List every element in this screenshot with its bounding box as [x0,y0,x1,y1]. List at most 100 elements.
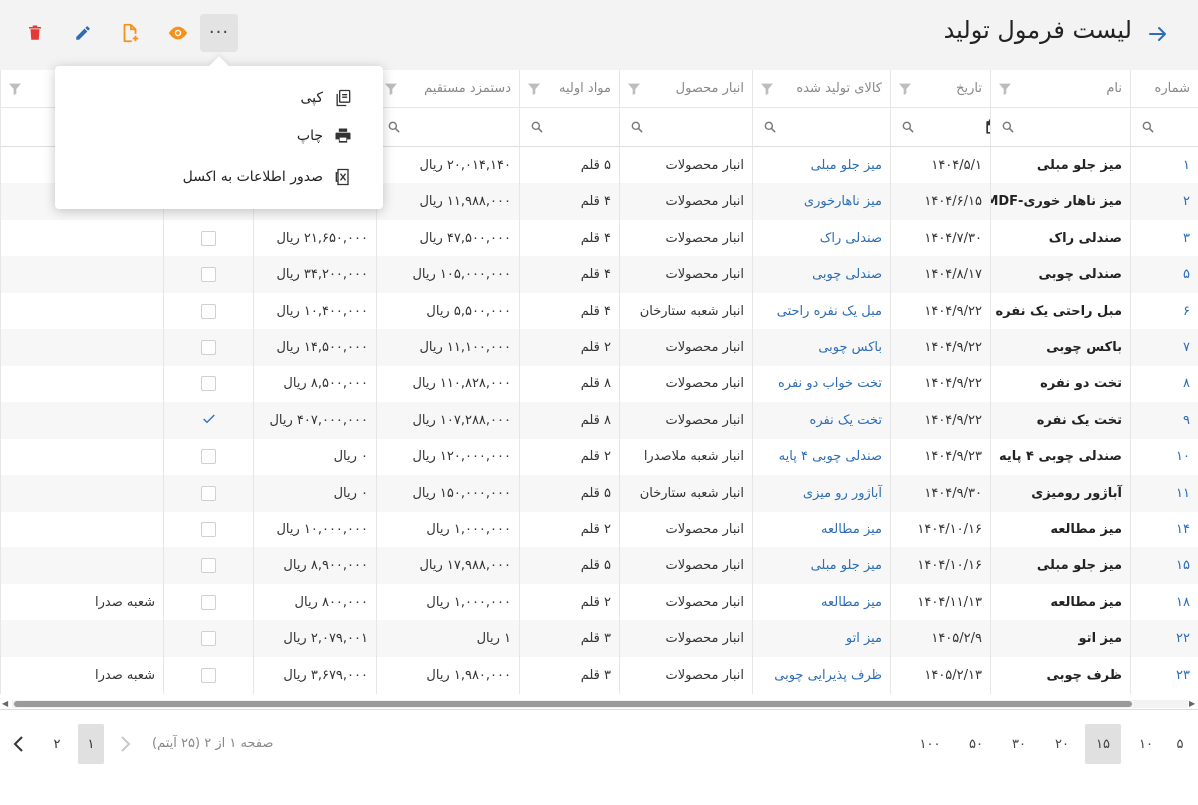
cell-num[interactable]: ۱۴ [1130,511,1198,548]
column-header-date[interactable]: تاریخ [890,70,990,107]
table-row[interactable]: ۱۵ میز جلو مبلی ۱۴۰۴/۱۰/۱۶ میز جلو مبلی انبا… [0,547,1198,585]
page-size-option[interactable]: ۵ [1162,724,1198,764]
filter-funnel-icon[interactable] [526,81,542,97]
column-header-name[interactable]: نام [990,70,1130,107]
column-header-wage[interactable]: دستمزد مستقیم [376,70,519,107]
cell-checked[interactable] [163,511,253,548]
table-row[interactable]: ۲۳ ظرف چوبی ۱۴۰۵/۲/۱۳ ظرف پذیرایی چوبی انبار… [0,656,1198,694]
table-row[interactable]: ۶ مبل راحتی یک نفره ۱۴۰۴/۹/۲۲ مبل یک نفره ر… [0,292,1198,330]
cell-product[interactable]: باکس چوبی [752,329,890,366]
cell-checked[interactable] [163,474,253,512]
calendar-icon[interactable] [983,117,990,137]
cell-checked[interactable] [163,365,253,403]
menu-item-print[interactable]: چاپ [297,124,353,148]
horizontal-scrollbar[interactable]: ◀ ▶ [0,698,1198,710]
checkbox[interactable] [201,267,216,283]
scroll-right-icon[interactable]: ▶ [1189,699,1197,709]
cell-num[interactable]: ۱۸ [1130,583,1198,621]
cell-product[interactable]: میز جلو مبلی [752,147,890,184]
checkbox[interactable] [201,594,216,610]
cell-checked[interactable] [163,620,253,658]
filter-cell-num[interactable] [1130,108,1198,146]
cell-num[interactable]: ۲۳ [1130,656,1198,694]
cell-num[interactable]: ۹ [1130,401,1198,439]
table-row[interactable]: ۵ صندلی چوبی ۱۴۰۴/۸/۱۷ صندلی چوبی انبار محصو… [0,256,1198,294]
page-2-button[interactable]: ۲ [44,724,70,764]
column-header-product[interactable]: کالای تولید شده [752,70,890,107]
cell-product[interactable]: صندلی چوبی ۴ پایه [752,438,890,476]
checkbox[interactable] [201,340,216,355]
table-row[interactable]: ۳ صندلی راک ۱۴۰۴/۷/۳۰ صندلی راک انبار محصولا… [0,219,1198,257]
filter-funnel-icon[interactable] [897,81,913,97]
cell-checked[interactable] [163,219,253,257]
table-row[interactable]: ۷ باکس چوبی ۱۴۰۴/۹/۲۲ باکس چوبی انبار محصولا… [0,329,1198,366]
checkbox[interactable] [201,558,216,574]
prev-page-button[interactable] [112,724,138,764]
table-row[interactable]: ۱۸ میز مطالعه ۱۴۰۴/۱۱/۱۳ میز مطالعه انبار مح… [0,583,1198,621]
menu-item-export-excel[interactable]: صدور اطلاعات به اکسل [183,165,353,189]
cell-product[interactable]: صندلی راک [752,219,890,257]
cell-product[interactable]: میز جلو مبلی [752,547,890,585]
cell-num[interactable]: ۷ [1130,329,1198,366]
edit-button[interactable] [64,14,102,52]
filter-funnel-icon[interactable] [626,81,642,97]
add-button[interactable] [111,14,149,52]
delete-button[interactable] [16,14,54,52]
checkbox[interactable] [201,376,216,392]
page-size-option[interactable]: ۳۰ [1001,724,1037,764]
checkbox[interactable] [201,449,216,465]
cell-product[interactable]: آباژور رو میزی [752,474,890,512]
cell-product[interactable]: تخت یک نفره [752,401,890,439]
cell-product[interactable]: میز ناهارخوری [752,183,890,221]
column-header-materials[interactable]: مواد اولیه [519,70,619,107]
more-button[interactable]: ··· [200,14,238,52]
filter-funnel-icon[interactable] [759,81,775,97]
checkbox[interactable] [201,667,216,683]
cell-product[interactable]: تخت خواب دو نفره [752,365,890,403]
checkbox[interactable] [201,522,216,537]
checkbox[interactable] [201,631,216,647]
page-1-button[interactable]: ۱ [78,724,104,764]
cell-num[interactable]: ۶ [1130,292,1198,330]
cell-num[interactable]: ۱۱ [1130,474,1198,512]
cell-checked[interactable] [163,329,253,366]
cell-checked[interactable] [163,656,253,694]
next-page-button[interactable] [6,724,32,764]
cell-product[interactable]: میز مطالعه [752,583,890,621]
filter-cell-name[interactable] [990,108,1130,146]
column-header-num[interactable]: شماره [1130,70,1198,107]
filter-funnel-icon[interactable] [7,81,23,97]
table-row[interactable]: ۱۴ میز مطالعه ۱۴۰۴/۱۰/۱۶ میز مطالعه انبار مح… [0,511,1198,548]
table-row[interactable]: ۹ تخت یک نفره ۱۴۰۴/۹/۲۲ تخت یک نفره انبار مح… [0,401,1198,439]
column-header-warehouse[interactable]: انبار محصول [619,70,752,107]
table-row[interactable]: ۸ تخت دو نفره ۱۴۰۴/۹/۲۲ تخت خواب دو نفره انب… [0,365,1198,403]
table-row[interactable]: ۱۱ آباژور رومیزی ۱۴۰۴/۹/۳۰ آباژور رو میزی ان… [0,474,1198,512]
page-size-option[interactable]: ۱۰۰ [912,724,948,764]
cell-checked[interactable] [163,547,253,585]
cell-num[interactable]: ۵ [1130,256,1198,294]
filter-funnel-icon[interactable] [997,81,1013,97]
cell-checked[interactable] [163,583,253,621]
filter-cell-wage[interactable] [376,108,519,146]
cell-product[interactable]: میز اتو [752,620,890,658]
page-size-option[interactable]: ۵۰ [958,724,994,764]
filter-cell-materials[interactable] [519,108,619,146]
cell-num[interactable]: ۲۲ [1130,620,1198,658]
view-button[interactable] [159,14,197,52]
page-size-option[interactable]: ۱۵ [1085,724,1121,764]
cell-checked[interactable] [163,401,253,439]
cell-num[interactable]: ۱۵ [1130,547,1198,585]
arrow-right-icon[interactable] [1146,22,1170,46]
table-row[interactable]: ۲۲ میز اتو ۱۴۰۵/۲/۹ میز اتو انبار محصولات ۳ ق… [0,620,1198,658]
menu-item-copy[interactable]: کپی [300,86,353,110]
table-row[interactable]: ۱۰ صندلی چوبی ۴ پایه ۱۴۰۴/۹/۲۳ صندلی چوبی ۴… [0,438,1198,476]
filter-cell-date[interactable] [890,108,990,146]
filter-cell-product[interactable] [752,108,890,146]
cell-checked[interactable] [163,256,253,294]
cell-checked[interactable] [163,438,253,476]
cell-num[interactable]: ۲ [1130,183,1198,221]
cell-product[interactable]: ظرف پذیرایی چوبی [752,656,890,694]
checkbox[interactable] [201,485,216,501]
cell-num[interactable]: ۸ [1130,365,1198,403]
filter-funnel-icon[interactable] [383,81,399,97]
